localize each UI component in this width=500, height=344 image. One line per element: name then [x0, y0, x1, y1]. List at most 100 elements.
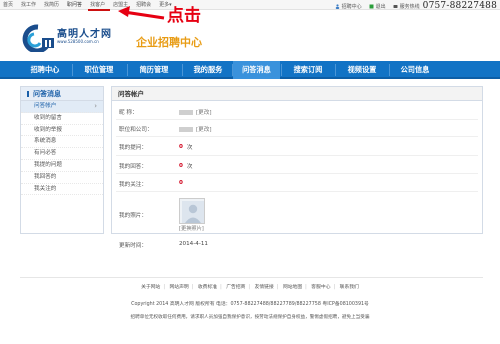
- footer-sep: |: [220, 285, 222, 290]
- topnav-find-resume[interactable]: 找简历: [44, 2, 59, 8]
- footer-links: 关于网站 | 网站声明 | 收费标准 | 广告招商 | 友情链接 | 网站地图 | 客服中心…: [0, 283, 500, 290]
- footer-sep: |: [248, 285, 251, 290]
- avatar-placeholder-icon: [182, 201, 204, 223]
- footer-copyright: Copyright 2014 高明人才网 版权所有 电话：0757-882274…: [131, 302, 369, 307]
- sidebar-item-label: 问答帐户: [34, 103, 57, 109]
- recruit-center-link[interactable]: 招聘中心: [335, 3, 362, 10]
- row-divider: [116, 119, 478, 120]
- my-questions-unit: 次: [186, 145, 193, 151]
- my-follows-value: 0: [179, 180, 187, 186]
- annotation-text: 点击: [167, 6, 201, 26]
- nav-divider: [182, 64, 183, 76]
- row-divider: [116, 173, 478, 174]
- logo-mark-icon: [22, 24, 54, 52]
- annotation-arrow-icon: [118, 6, 165, 20]
- hotline: 服务热线 0757-88227488: [393, 1, 497, 11]
- sidebar-item-my-questions[interactable]: 我提的问题: [21, 160, 103, 172]
- mainnav-my-services[interactable]: 我的服务: [184, 61, 232, 79]
- nickname-value: [更改]: [179, 108, 212, 116]
- my-questions-value: 0 次: [179, 143, 193, 151]
- sidebar: 问答消息 问答帐户 › 收到的留言 收到的举报 系统消息 有问必答 我提的问题 …: [20, 86, 104, 234]
- change-photo-link[interactable]: [更换照片]: [179, 225, 204, 232]
- footer-sep: |: [191, 285, 194, 290]
- site-logo[interactable]: 高明人才网 www.528500.com.cn 企业招聘中心: [20, 24, 202, 56]
- footer-sep: |: [333, 285, 336, 290]
- nav-divider: [127, 64, 128, 76]
- mainnav-video-settings[interactable]: 视频设置: [337, 61, 387, 79]
- main-nav: 招聘中心 职位管理 简历管理 我的服务 问答消息 搜索订阅 视频设置 公司信息: [0, 61, 500, 79]
- logo-name: 高明人才网: [57, 29, 112, 40]
- row-divider: [116, 136, 478, 137]
- hotline-number: 0757-88227488: [422, 1, 497, 11]
- topnav-find-job[interactable]: 找工作: [21, 2, 36, 8]
- footer-link-ads[interactable]: 广告招商: [226, 285, 245, 290]
- logout-link[interactable]: 退出: [369, 3, 386, 10]
- mainnav-job-management[interactable]: 职位管理: [74, 61, 124, 79]
- title-bar-icon: [27, 91, 29, 97]
- footer-link-contact[interactable]: 联系我们: [340, 285, 359, 290]
- chevron-right-icon: ›: [94, 102, 97, 110]
- footer-sep: |: [276, 285, 279, 290]
- avatar[interactable]: [179, 198, 205, 224]
- my-answers-unit: 次: [186, 164, 193, 170]
- my-answers-label: 我的回答：: [119, 164, 147, 170]
- topnav-job-qa[interactable]: 职问答: [67, 2, 82, 8]
- my-questions-label: 我的提问：: [119, 145, 147, 151]
- nickname-redacted: [179, 109, 193, 115]
- sidebar-title-label: 问答消息: [33, 90, 61, 98]
- panel-title: 问答帐户: [112, 87, 482, 101]
- sidebar-item-ask-answer[interactable]: 有问必答: [21, 148, 103, 160]
- position-company-label: 职位和公司：: [119, 127, 153, 133]
- position-edit-link[interactable]: [更改]: [196, 125, 212, 133]
- topnav-home[interactable]: 首页: [3, 2, 13, 8]
- footer-link-pricing[interactable]: 收费标准: [198, 285, 217, 290]
- logo-url: www.528500.com.cn: [57, 39, 99, 44]
- footer-sep: |: [163, 285, 165, 290]
- footer-link-statement[interactable]: 网站声明: [170, 285, 189, 290]
- footer-disclaimer: 招聘单位无权收取任何费用，请求职人员加强自我保护意识，按劳动法规保护自身权益，警…: [130, 315, 370, 320]
- update-time-value: 2014-4-11: [179, 241, 208, 247]
- nav-divider: [72, 64, 73, 76]
- recruit-center-label: 招聘中心: [341, 3, 362, 10]
- mainnav-resume-management[interactable]: 简历管理: [129, 61, 179, 79]
- footer-link-service[interactable]: 客服中心: [311, 285, 330, 290]
- sidebar-item-qa-account[interactable]: 问答帐户 ›: [21, 101, 103, 113]
- position-company-value: [更改]: [179, 125, 212, 133]
- mainnav-company-info[interactable]: 公司信息: [391, 61, 439, 79]
- annotation-underline: [88, 9, 110, 11]
- row-divider: [116, 191, 478, 192]
- mainnav-recruit-center[interactable]: 招聘中心: [20, 61, 70, 79]
- nickname-edit-link[interactable]: [更改]: [196, 108, 212, 116]
- my-answers-value: 0 次: [179, 162, 193, 170]
- sidebar-item-received-reports[interactable]: 收到的举报: [21, 125, 103, 137]
- topnav-find-client[interactable]: 找客户: [90, 2, 105, 8]
- mainnav-qa-messages[interactable]: 问答消息: [233, 61, 280, 79]
- logo-subtitle: 企业招聘中心: [136, 36, 202, 49]
- position-redacted: [179, 126, 193, 132]
- nav-divider: [389, 64, 390, 76]
- footer-link-friends[interactable]: 友情链接: [255, 285, 274, 290]
- user-icon: [335, 3, 339, 9]
- footer-link-sitemap[interactable]: 网站地图: [283, 285, 302, 290]
- my-questions-count: 0: [179, 144, 183, 150]
- hotline-label: 服务热线: [399, 3, 420, 10]
- nav-divider: [281, 64, 282, 76]
- my-follows-count: 0: [179, 180, 183, 186]
- mainnav-search-subscribe[interactable]: 搜索订阅: [283, 61, 333, 79]
- sidebar-title: 问答消息: [21, 87, 103, 101]
- top-right-links: 招聘中心 退出 服务热线 0757-88227488: [328, 1, 497, 11]
- nav-divider: [335, 64, 336, 76]
- sidebar-item-my-answers[interactable]: 我回答的: [21, 172, 103, 184]
- sidebar-item-received-messages[interactable]: 收到的留言: [21, 113, 103, 125]
- phone-icon: [393, 4, 398, 8]
- footer-link-about[interactable]: 关于网站: [141, 285, 160, 290]
- update-time-label: 更新时间：: [119, 243, 147, 249]
- sidebar-item-system-messages[interactable]: 系统消息: [21, 136, 103, 149]
- footer-sep: |: [305, 285, 307, 290]
- footer-divider: [20, 277, 483, 278]
- sidebar-item-my-follows[interactable]: 我关注的: [21, 184, 103, 196]
- qa-account-panel: 问答帐户 昵 称： [更改] 职位和公司： [更改] 我的提问： 0 次 我的回…: [111, 86, 483, 249]
- nickname-label: 昵 称：: [119, 110, 138, 116]
- my-photo-label: 我的照片：: [119, 213, 147, 219]
- row-divider: [116, 155, 478, 156]
